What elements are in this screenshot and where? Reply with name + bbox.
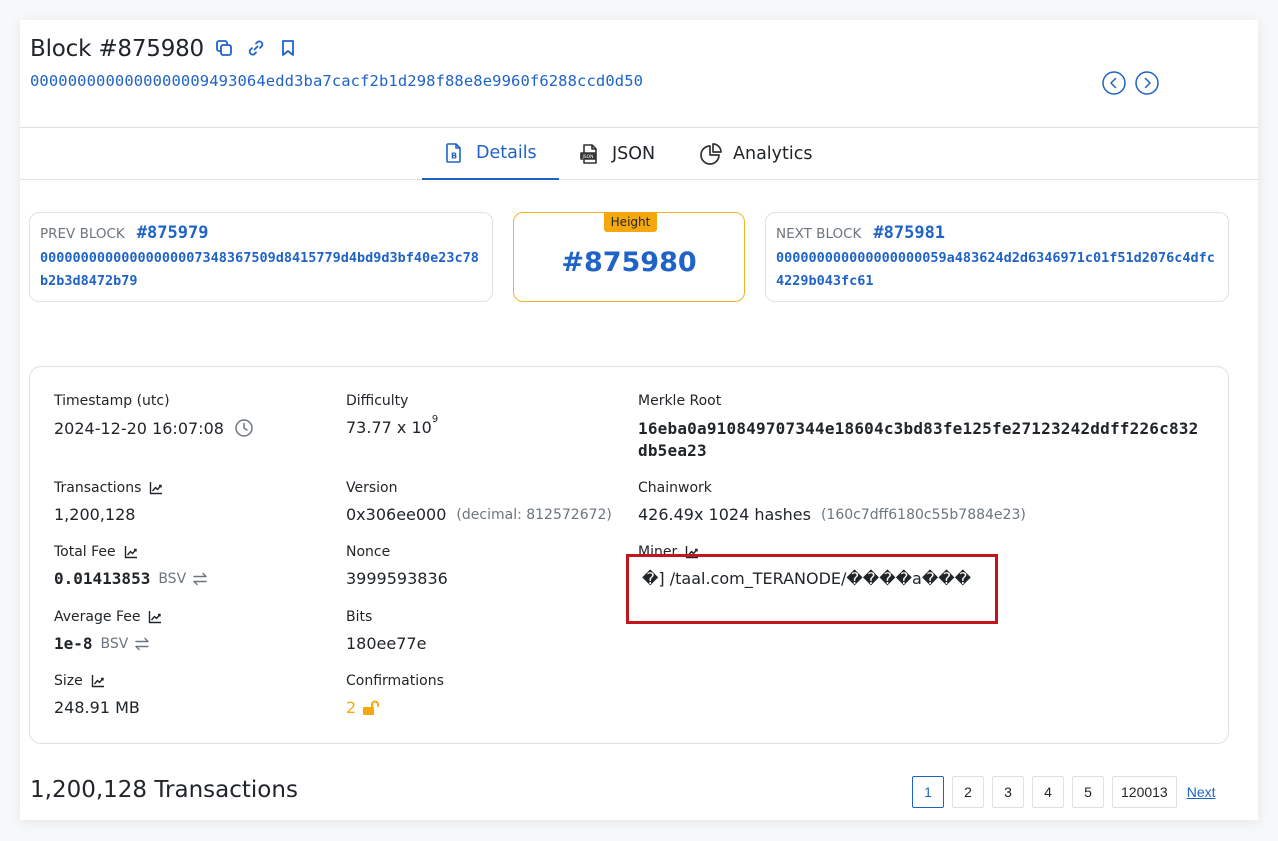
difficulty-value: 73.77 x 10 [346,418,432,437]
page-button-1[interactable]: 1 [912,776,944,808]
difficulty-field: Difficulty 73.77 x 10 9 [346,392,438,437]
prev-block-label: PREV BLOCK [40,226,125,242]
miner-highlight-box [626,554,998,624]
nonce-label: Nonce [346,544,391,560]
block-hash[interactable]: 0000000000000000009493064edd3ba7cacf2b1d… [30,72,643,90]
height-badge: Height [604,212,657,232]
page-button-2[interactable]: 2 [952,776,984,808]
confirmations-field: Confirmations 2 [346,672,444,717]
bitcoin-document-icon: B [442,141,466,165]
swap-currency-icon[interactable] [192,572,208,586]
tab-details[interactable]: B Details [422,128,559,180]
total-fee-value: 0.01413853 [54,569,151,588]
version-value: 0x306ee000 [346,505,447,524]
block-page-card: Block #875980 0000000000000000009493064e… [20,20,1258,820]
trend-chart-icon[interactable] [91,674,105,688]
merkle-root-label: Merkle Root [638,393,722,409]
json-file-icon: JSON [578,142,602,166]
page-button-5[interactable]: 5 [1072,776,1104,808]
height-value: #875980 [561,247,697,278]
nonce-field: Nonce 3999593836 [346,543,448,588]
next-block-card[interactable]: NEXT BLOCK #875981 000000000000000000059… [765,212,1229,302]
chainwork-hex: (160c7dff6180c55b7884e23) [820,506,1026,523]
merkle-root-value: 16eba0a910849707344e18604c3bd83fe125fe27… [638,419,1199,460]
tab-json-label: JSON [612,144,656,164]
tab-analytics-label: Analytics [733,144,813,164]
average-fee-value: 1e-8 [54,634,93,653]
transactions-value: 1,200,128 [54,505,136,524]
next-block-label: NEXT BLOCK [776,226,862,242]
confirmations-label: Confirmations [346,673,444,689]
tab-json[interactable]: JSON JSON [578,128,655,180]
version-field: Version 0x306ee000 (decimal: 812572672) [346,479,612,524]
bits-field: Bits 180ee77e [346,608,426,653]
version-label: Version [346,480,398,496]
next-block-hash[interactable]: 000000000000000000059a483624d2d6346971c0… [776,247,1218,293]
chainwork-value: 426.49x 1024 hashes [638,505,811,524]
bits-value: 180ee77e [346,634,427,653]
total-fee-unit: BSV [158,570,187,587]
prev-block-card[interactable]: PREV BLOCK #875979 000000000000000000073… [29,212,493,302]
tab-details-label: Details [476,143,537,163]
size-label: Size [54,673,83,689]
unlock-icon [362,700,380,716]
block-navigation [1102,71,1159,95]
chevron-right-circle-icon[interactable] [1135,71,1159,95]
transactions-label: Transactions [54,480,142,496]
total-fee-label: Total Fee [54,544,116,560]
block-details-panel: Timestamp (utc) 2024-12-20 16:07:08 Tran… [29,366,1229,744]
tab-analytics[interactable]: Analytics [699,128,812,180]
difficulty-exponent: 9 [431,414,439,425]
size-field: Size 248.91 MB [54,672,140,717]
copy-icon[interactable] [214,38,234,58]
svg-text:JSON: JSON [581,154,593,160]
total-fee-field: Total Fee 0.01413853 BSV [54,543,208,588]
page-button-last[interactable]: 120013 [1112,776,1177,808]
merkle-root-field: Merkle Root 16eba0a910849707344e18604c3b… [638,392,1208,462]
average-fee-unit: BSV [100,635,129,652]
chevron-left-circle-icon[interactable] [1102,71,1126,95]
difficulty-label: Difficulty [346,393,409,409]
next-page-link[interactable]: Next [1187,784,1216,800]
next-block-number[interactable]: #875981 [873,223,945,243]
pie-chart-icon [699,142,723,166]
page-title: Block #875980 [30,36,204,62]
transactions-field: Transactions 1,200,128 [54,479,163,524]
average-fee-label: Average Fee [54,609,141,625]
version-decimal: (decimal: 812572672) [456,506,612,523]
timestamp-label: Timestamp (utc) [54,393,170,409]
prev-block-number[interactable]: #875979 [137,223,209,243]
average-fee-field: Average Fee 1e-8 BSV [54,608,162,653]
link-icon[interactable] [246,38,266,58]
size-value: 248.91 MB [54,698,140,717]
clock-icon[interactable] [234,418,254,438]
trend-chart-icon[interactable] [124,545,138,559]
svg-text:B: B [451,152,457,161]
page-button-4[interactable]: 4 [1032,776,1064,808]
trend-chart-icon[interactable] [149,481,163,495]
chainwork-label: Chainwork [638,480,712,496]
page-button-3[interactable]: 3 [992,776,1024,808]
title-actions [214,38,298,58]
timestamp-field: Timestamp (utc) 2024-12-20 16:07:08 [54,392,254,438]
confirmations-value: 2 [346,698,357,717]
height-card: Height #875980 [513,212,745,302]
timestamp-value: 2024-12-20 16:07:08 [54,418,224,438]
tab-bar: B Details JSON JSON Analytics [20,128,1258,180]
transactions-heading: 1,200,128 Transactions [30,777,298,803]
block-header: Block #875980 0000000000000000009493064e… [20,20,1258,128]
prev-block-hash[interactable]: 00000000000000000007348367509d8415779d4b… [40,247,482,293]
swap-currency-icon[interactable] [134,637,150,651]
chainwork-field: Chainwork 426.49x 1024 hashes (160c7dff6… [638,479,1026,524]
pagination: 1 2 3 4 5 120013 Next [912,776,1216,808]
bookmark-icon[interactable] [278,38,298,58]
trend-chart-icon[interactable] [148,610,162,624]
bits-label: Bits [346,609,373,625]
nonce-value: 3999593836 [346,569,448,588]
